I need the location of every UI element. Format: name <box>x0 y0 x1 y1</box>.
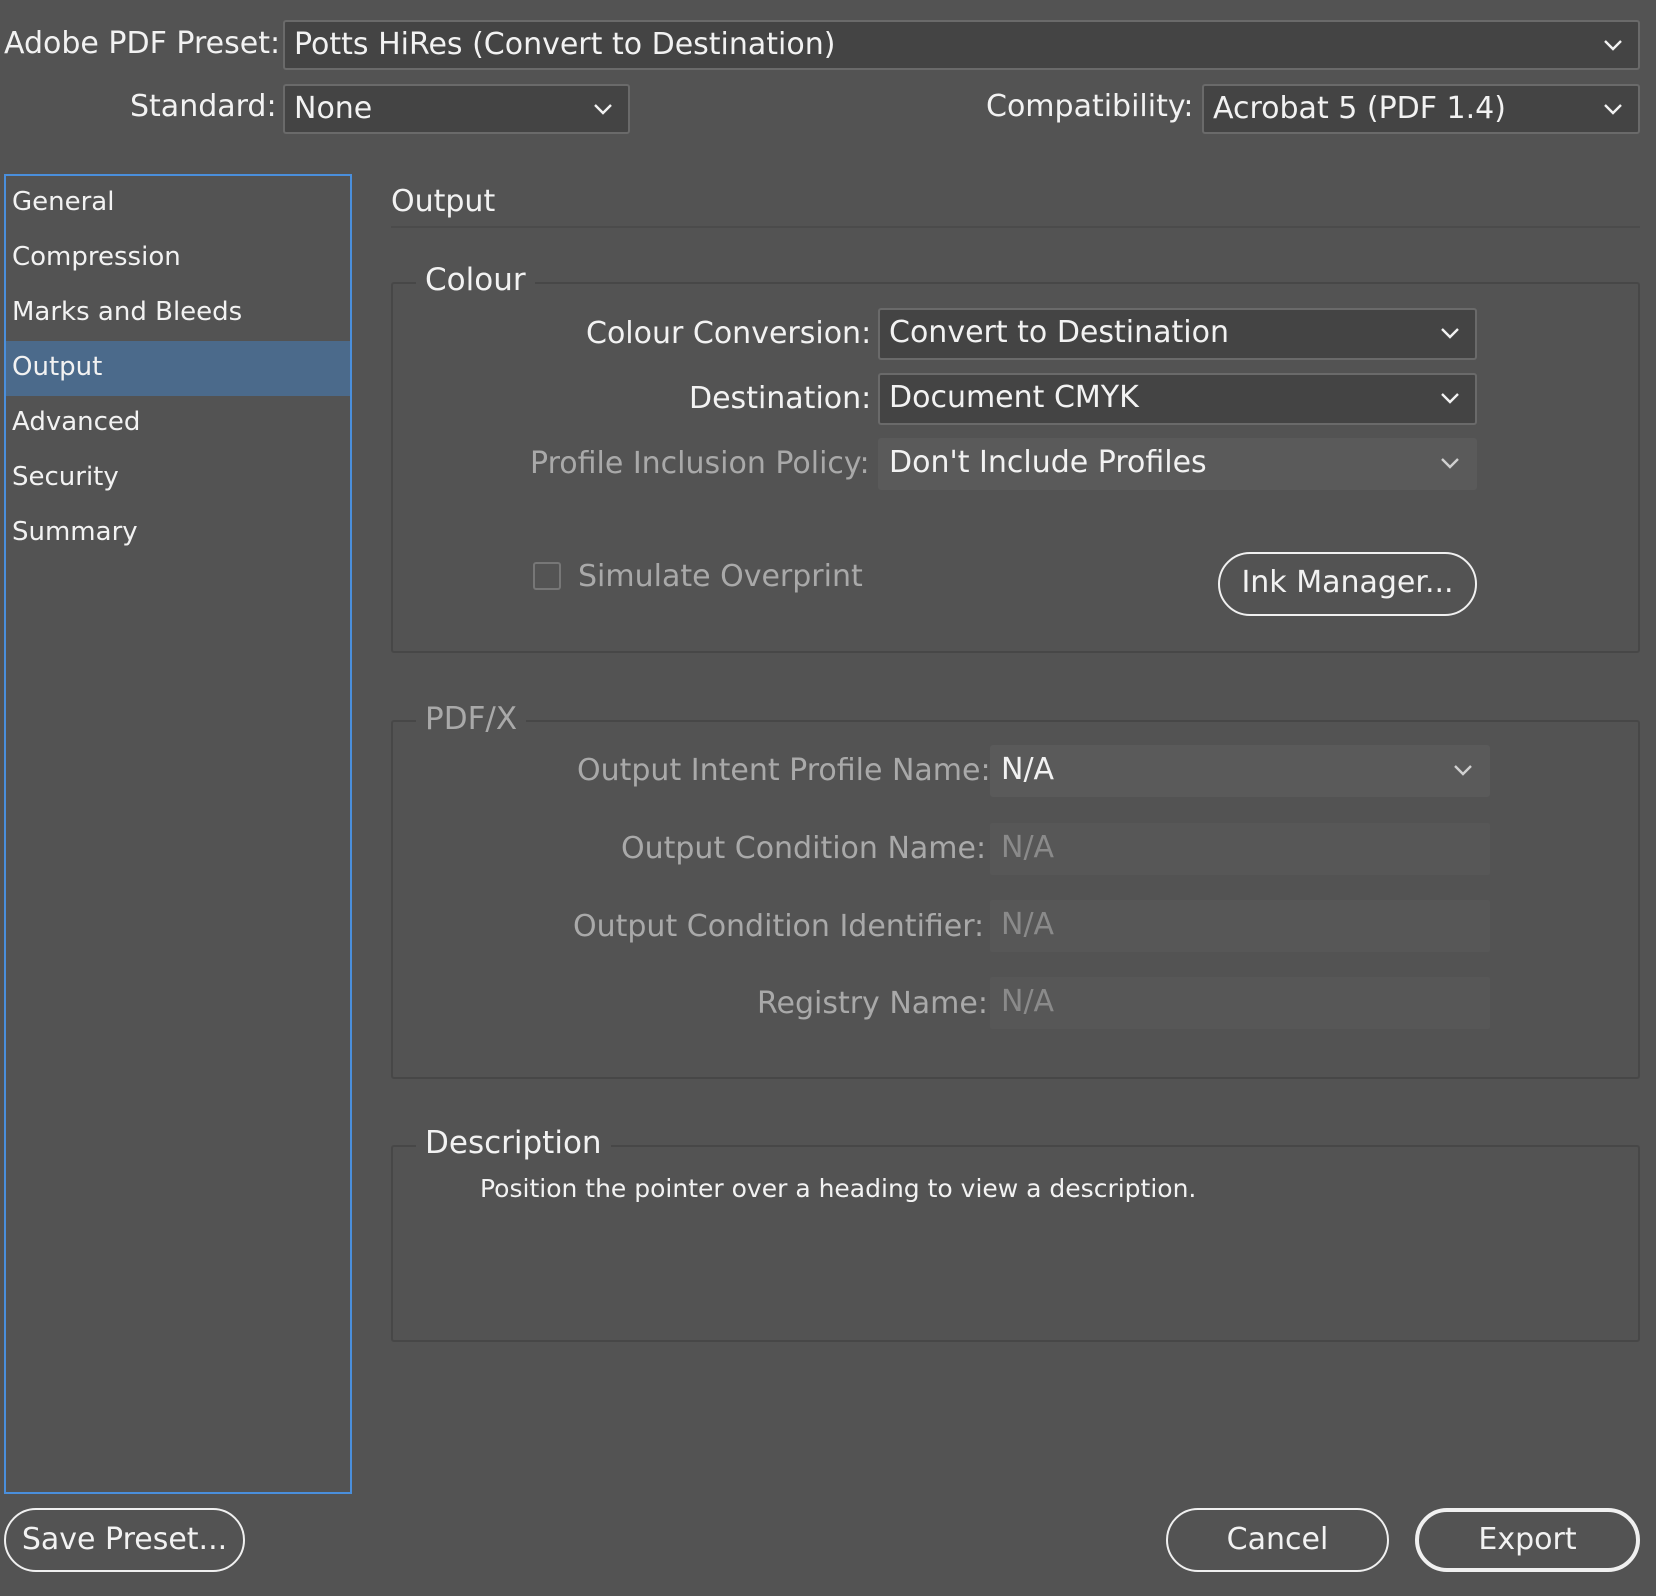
registry-name-label: Registry Name: <box>757 986 988 1021</box>
compatibility-value: Acrobat 5 (PDF 1.4) <box>1213 91 1506 126</box>
export-button[interactable]: Export <box>1415 1508 1640 1572</box>
standard-value: None <box>294 91 373 126</box>
category-list[interactable]: General Compression Marks and Bleeds Out… <box>4 174 352 1494</box>
compatibility-dropdown[interactable]: Acrobat 5 (PDF 1.4) <box>1202 84 1640 134</box>
preset-value: Potts HiRes (Convert to Destination) <box>294 27 836 62</box>
destination-label: Destination: <box>689 381 872 416</box>
registry-name-field[interactable]: N/A <box>990 977 1490 1029</box>
description-group-title: Description <box>416 1125 611 1161</box>
cancel-button[interactable]: Cancel <box>1166 1508 1389 1572</box>
profile-inclusion-label: Profile Inclusion Policy: <box>530 446 870 481</box>
pdfx-group-title: PDF/X <box>416 701 527 737</box>
profile-inclusion-value: Don't Include Profiles <box>889 445 1207 480</box>
colour-conversion-value: Convert to Destination <box>889 315 1229 350</box>
chevron-down-icon <box>1441 458 1459 469</box>
chevron-down-icon <box>1604 104 1622 115</box>
preset-dropdown[interactable]: Potts HiRes (Convert to Destination) <box>283 20 1640 70</box>
sidebar-item-summary[interactable]: Summary <box>6 506 350 561</box>
output-condition-name-field[interactable]: N/A <box>990 823 1490 875</box>
sidebar-item-marks-and-bleeds[interactable]: Marks and Bleeds <box>6 286 350 341</box>
output-condition-identifier-label: Output Condition Identifier: <box>573 909 985 944</box>
colour-conversion-label: Colour Conversion: <box>586 316 872 351</box>
sidebar-item-advanced[interactable]: Advanced <box>6 396 350 451</box>
preset-label: Adobe PDF Preset: <box>4 26 281 61</box>
standard-label: Standard: <box>130 89 277 124</box>
chevron-down-icon <box>1441 393 1459 404</box>
compatibility-label: Compatibility: <box>986 89 1194 124</box>
sidebar-item-security[interactable]: Security <box>6 451 350 506</box>
chevron-down-icon <box>1454 765 1472 776</box>
output-intent-dropdown[interactable]: N/A <box>990 745 1490 797</box>
chevron-down-icon <box>1441 328 1459 339</box>
output-intent-label: Output Intent Profile Name: <box>577 753 991 788</box>
profile-inclusion-dropdown[interactable]: Don't Include Profiles <box>878 438 1477 490</box>
destination-value: Document CMYK <box>889 380 1139 415</box>
sidebar-item-general[interactable]: General <box>6 176 350 231</box>
chevron-down-icon <box>1604 40 1622 51</box>
save-preset-button[interactable]: Save Preset... <box>4 1508 245 1572</box>
simulate-overprint-checkbox[interactable] <box>533 562 561 590</box>
output-condition-identifier-field[interactable]: N/A <box>990 900 1490 952</box>
colour-group-title: Colour <box>416 262 535 298</box>
sidebar-item-output[interactable]: Output <box>6 341 350 396</box>
title-divider <box>391 226 1640 228</box>
output-intent-value: N/A <box>1001 752 1055 787</box>
output-condition-name-label: Output Condition Name: <box>621 831 987 866</box>
page-title: Output <box>391 184 496 219</box>
sidebar-item-compression[interactable]: Compression <box>6 231 350 286</box>
colour-conversion-dropdown[interactable]: Convert to Destination <box>878 308 1477 360</box>
description-text: Position the pointer over a heading to v… <box>480 1174 1197 1203</box>
simulate-overprint-label: Simulate Overprint <box>578 559 863 594</box>
chevron-down-icon <box>594 104 612 115</box>
standard-dropdown[interactable]: None <box>283 84 630 134</box>
destination-dropdown[interactable]: Document CMYK <box>878 373 1477 425</box>
ink-manager-button[interactable]: Ink Manager... <box>1218 552 1477 616</box>
